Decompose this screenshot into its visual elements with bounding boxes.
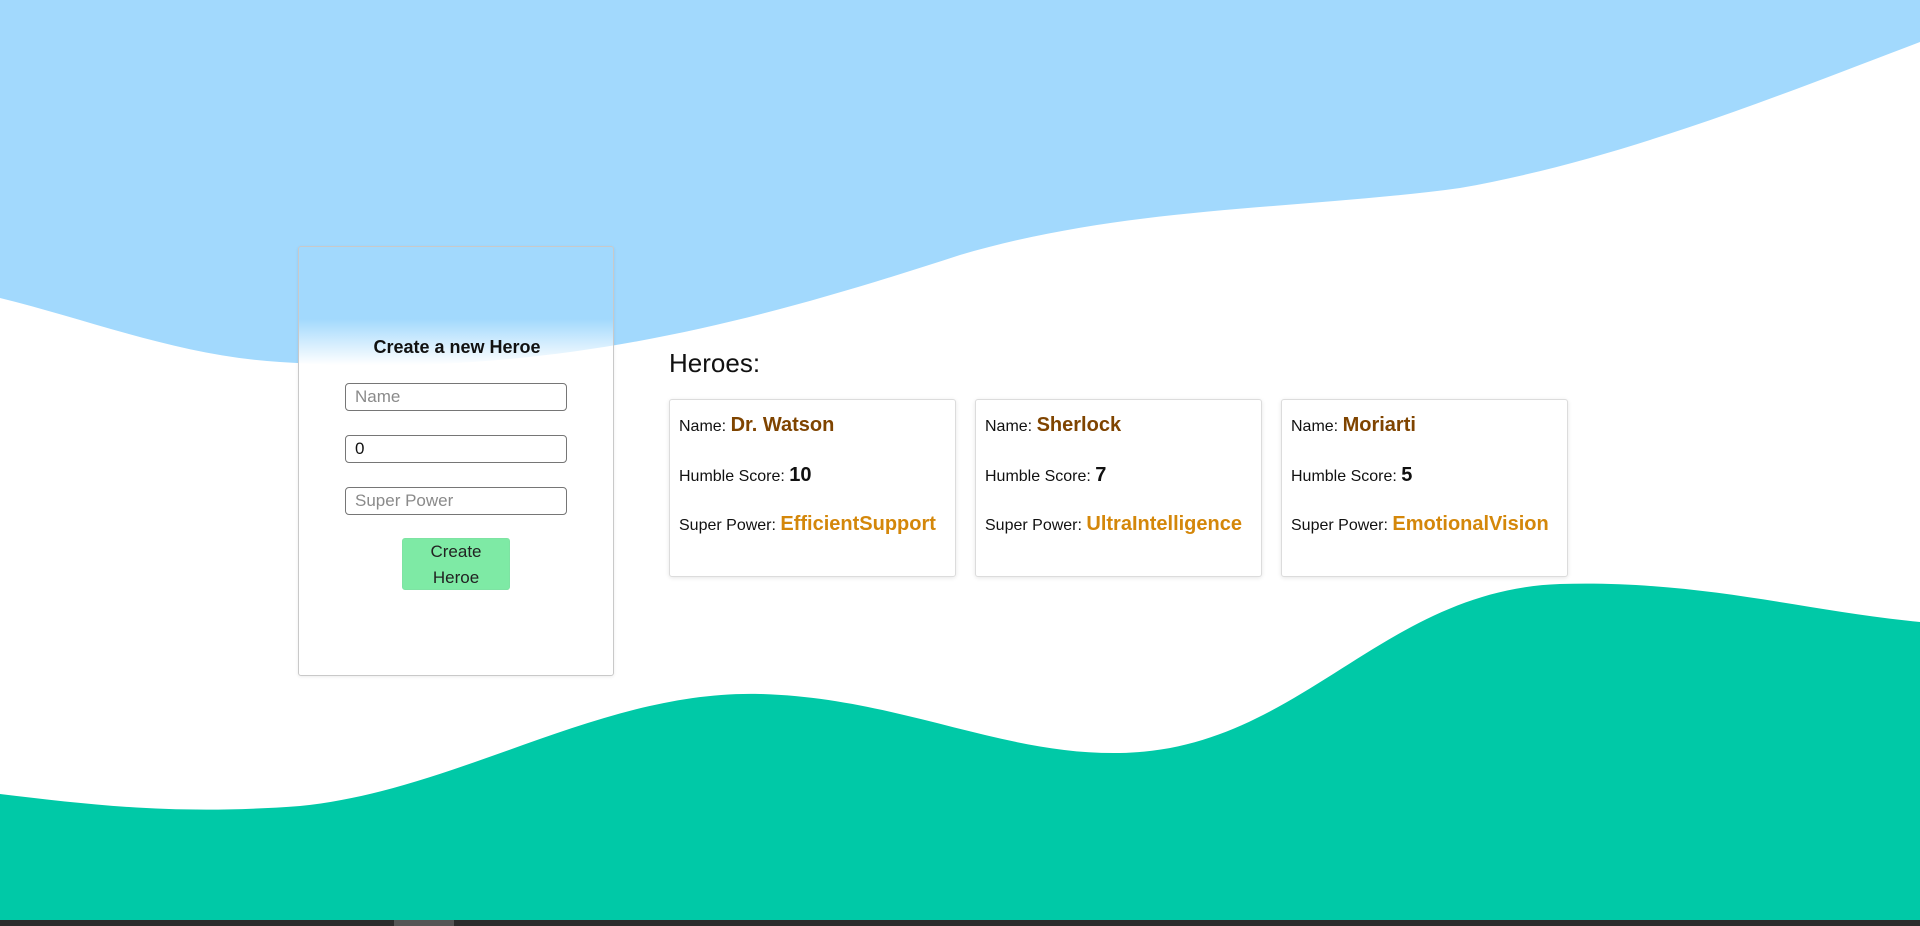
hero-score-row: Humble Score: 7 [985,464,1106,487]
hero-score: 5 [1401,464,1413,486]
score-label: Humble Score: [985,468,1091,485]
hero-super-power: EfficientSupport [780,513,936,535]
name-label: Name: [1291,418,1339,435]
super-power-input[interactable] [345,487,567,515]
hero-score-row: Humble Score: 10 [679,464,812,487]
hero-card: Name: Moriarti Humble Score: 5 Super Pow… [1281,399,1568,577]
form-title: Create a new Heroe [373,337,541,357]
page: Create a new Heroe Create Heroe Heroes: … [0,0,1920,926]
hero-power-row: Super Power: EmotionalVision [1291,513,1549,536]
background-waves [0,0,1920,926]
hero-super-power: EmotionalVision [1392,513,1549,535]
bottom-wave [0,583,1920,926]
name-input[interactable] [345,383,567,411]
taskbar-segment [394,920,454,926]
hero-power-row: Super Power: EfficientSupport [679,513,936,536]
power-label: Super Power: [985,517,1082,534]
hero-card: Name: Dr. Watson Humble Score: 10 Super … [669,399,956,577]
bottom-taskbar [0,920,1920,926]
name-label: Name: [985,418,1033,435]
score-label: Humble Score: [1291,468,1397,485]
hero-super-power: UltraIntelligence [1086,513,1242,535]
hero-score: 7 [1095,464,1107,486]
hero-name-row: Name: Sherlock [985,414,1121,437]
heroes-heading: Heroes: [669,348,761,378]
power-label: Super Power: [1291,517,1388,534]
create-hero-form: Create a new Heroe Create Heroe [298,246,614,676]
hero-name-row: Name: Moriarti [1291,414,1416,437]
humble-score-input[interactable] [345,435,567,463]
hero-name-row: Name: Dr. Watson [679,414,834,437]
hero-score-row: Humble Score: 5 [1291,464,1412,487]
power-label: Super Power: [679,517,776,534]
hero-name: Dr. Watson [730,414,835,436]
create-hero-button[interactable]: Create Heroe [402,538,510,590]
name-label: Name: [679,418,727,435]
score-label: Humble Score: [679,468,785,485]
hero-score: 10 [789,464,812,486]
hero-power-row: Super Power: UltraIntelligence [985,513,1242,536]
hero-name: Sherlock [1036,414,1122,436]
hero-card: Name: Sherlock Humble Score: 7 Super Pow… [975,399,1262,577]
hero-name: Moriarti [1342,414,1416,436]
top-wave [0,0,1920,366]
